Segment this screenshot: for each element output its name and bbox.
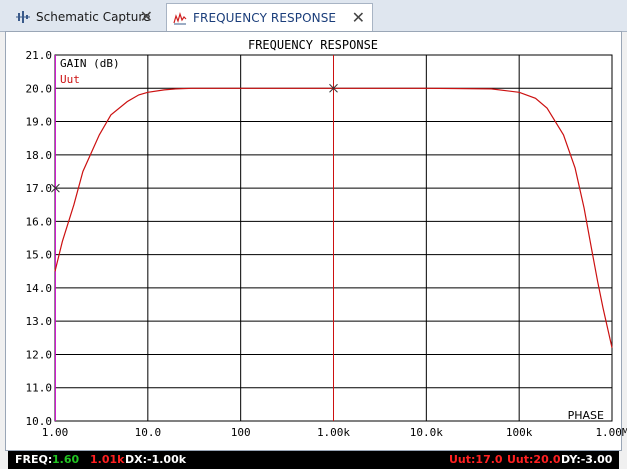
freq-value: 1.60 xyxy=(52,453,80,466)
x-tick-label: 100 xyxy=(231,426,251,439)
y-tick-label: 19.0 xyxy=(26,116,53,129)
x-tick-label: 1.00k xyxy=(317,426,350,439)
x-tick-label: 1.00M xyxy=(595,426,627,439)
status-bar: FREQ: 1.60 1.01k DX:-1.00k Uut:17.0 Uut:… xyxy=(8,451,619,469)
trace-label: Uut xyxy=(60,73,80,86)
dx-readout: DX:-1.00k xyxy=(125,453,187,466)
schematic-icon xyxy=(16,11,30,23)
y-tick-label: 20.0 xyxy=(26,82,53,95)
x-tick-label: 1.00 xyxy=(42,426,69,439)
y-tick-label: 13.0 xyxy=(26,315,53,328)
x-tick-label: 10.0k xyxy=(410,426,443,439)
tab-frequency-response[interactable]: FREQUENCY RESPONSE ✕ xyxy=(166,3,373,32)
chart-title: FREQUENCY RESPONSE xyxy=(248,38,378,52)
y-tick-label: 12.0 xyxy=(26,348,53,361)
freq-cursor-value: 1.01k xyxy=(90,453,125,466)
close-icon[interactable]: ✕ xyxy=(140,9,153,25)
y-tick-label: 17.0 xyxy=(26,182,53,195)
frequency-response-graph[interactable]: FREQUENCY RESPONSE GAIN (dB) Uut PHASE 2… xyxy=(0,31,627,451)
y-tick-label: 16.0 xyxy=(26,215,53,228)
y-tick-label: 14.0 xyxy=(26,282,53,295)
x-tick-label: 10.0 xyxy=(135,426,162,439)
freq-label: FREQ: xyxy=(15,453,53,466)
x-tick-label: 100k xyxy=(506,426,533,439)
y-axis-label: GAIN (dB) xyxy=(60,57,120,70)
tab-label: FREQUENCY RESPONSE xyxy=(193,11,337,25)
close-icon[interactable]: ✕ xyxy=(352,10,365,26)
uut-cursor1-readout: Uut:17.0 xyxy=(449,453,503,466)
y-tick-label: 21.0 xyxy=(26,49,53,62)
y-tick-label: 15.0 xyxy=(26,249,53,262)
uut-cursor2-readout: Uut:20.0 xyxy=(507,453,561,466)
y-tick-label: 18.0 xyxy=(26,149,53,162)
y-tick-label: 11.0 xyxy=(26,382,53,395)
tab-label: Schematic Capture xyxy=(36,10,151,24)
dy-readout: DY:-3.00 xyxy=(561,453,613,466)
tab-schematic-capture[interactable]: Schematic Capture ✕ xyxy=(10,4,160,30)
tab-bar: Schematic Capture ✕ FREQUENCY RESPONSE ✕ xyxy=(0,0,627,32)
phase-label: PHASE xyxy=(568,409,604,422)
graph-icon xyxy=(173,11,187,25)
